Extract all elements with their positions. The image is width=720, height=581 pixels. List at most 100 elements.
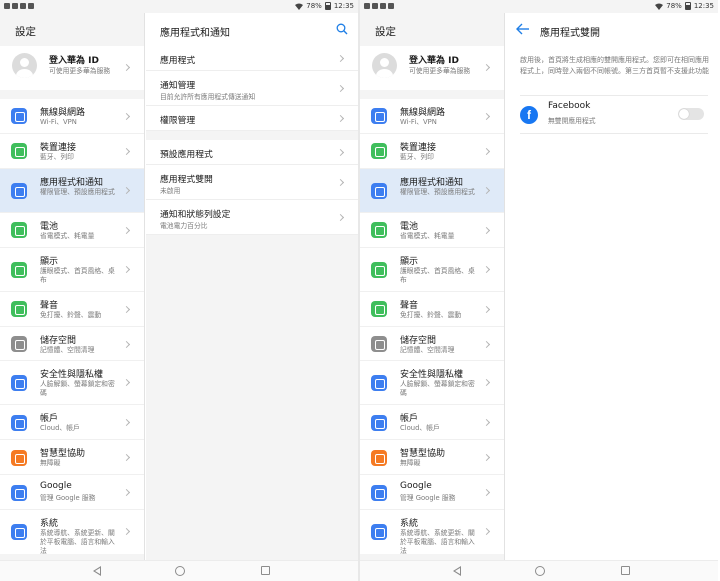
chevron-right-icon: [122, 340, 131, 348]
settings-item-sound[interactable]: 聲音 免打擾、鈴聲、震動: [360, 291, 504, 327]
system-icon: [371, 524, 387, 541]
settings-item-label: 聲音: [40, 300, 59, 311]
settings-list: 設定 登入華為 ID 可使用更多華為服務 無線與網路 Wi-Fi、VPN 裝置連接藍…: [360, 13, 505, 560]
settings-item-apps[interactable]: 應用程式和通知 權限管理、預設應用程式: [0, 168, 144, 213]
left-screen: 78% 12:35 設定 登入華為 ID 可使用更多華為服務 無線與網路 Wi-F…: [0, 0, 358, 581]
settings-item-security[interactable]: 安全性與隱私權 人臉解鎖、螢幕鎖定和密碼: [360, 361, 504, 406]
nav-recents-icon[interactable]: [621, 566, 630, 575]
settings-item-subtitle: Wi-Fi、VPN: [400, 118, 437, 126]
settings-item-assist[interactable]: 智慧型協助 無障礙: [360, 440, 504, 476]
settings-item-label: 系統: [40, 519, 59, 530]
settings-item-subtitle: 權限管理、預設應用程式: [40, 187, 115, 196]
chevron-right-icon: [122, 147, 131, 155]
settings-item-assist[interactable]: 智慧型協助 無障礙: [0, 440, 144, 476]
chevron-right-icon: [336, 178, 345, 187]
settings-item-apps[interactable]: 應用程式和通知 權限管理、預設應用程式: [360, 168, 504, 213]
huawei-id-login[interactable]: 登入華為 ID 可使用更多華為服務: [0, 46, 144, 90]
settings-item-subtitle: 管理 Google 服務: [400, 494, 456, 503]
nav-back-icon[interactable]: [453, 566, 461, 576]
back-arrow-icon[interactable]: [516, 23, 530, 35]
settings-item-battery[interactable]: 電池 省電模式、耗電量: [360, 212, 504, 248]
settings-item-google[interactable]: Google 管理 Google 服務: [0, 475, 144, 511]
settings-item-system[interactable]: 系統 系統導航、系統更新、關於平板電腦、語言和輸入法: [0, 510, 144, 555]
settings-item-subtitle: 管理 Google 服務: [40, 494, 96, 503]
twin-description: 啟用後，首頁將生成相應的雙開應用程式。您即可在相同應用程式上，同時登入兩個不同帳…: [520, 56, 709, 75]
chevron-right-icon: [482, 265, 491, 273]
battery-percent: 78%: [666, 2, 682, 10]
settings-item-subtitle: 無障礙: [40, 459, 61, 468]
right-screen: 78% 12:35 設定 登入華為 ID 可使用更多華為服務 無線與網路 Wi-F…: [360, 0, 718, 581]
panel-item-app-twin[interactable]: 應用程式雙開 未啟用: [146, 165, 358, 200]
settings-item-label: 儲存空間: [400, 335, 437, 346]
wifi-status-icon: [655, 3, 664, 10]
panel-item-default-apps[interactable]: 預設應用程式: [146, 140, 358, 165]
storage-icon: [371, 336, 387, 352]
settings-item-google[interactable]: Google 管理 Google 服務: [360, 475, 504, 511]
chevron-right-icon: [122, 305, 131, 313]
chevron-right-icon: [336, 54, 345, 63]
sound-icon: [11, 301, 27, 318]
chevron-right-icon: [482, 112, 491, 121]
settings-item-label: 無線與網路: [400, 108, 446, 118]
nav-back-icon[interactable]: [93, 566, 101, 576]
sound-icon: [371, 301, 387, 318]
settings-item-subtitle: Cloud、帳戶: [400, 424, 440, 433]
settings-item-storage[interactable]: 儲存空間 記憶體、空間清理: [360, 326, 504, 362]
chevron-right-icon: [122, 454, 131, 462]
security-icon: [11, 375, 27, 392]
settings-item-account[interactable]: 帳戶 Cloud、帳戶: [0, 405, 144, 441]
settings-item-system[interactable]: 系統 系統導航、系統更新、關於平板電腦、語言和輸入法: [360, 510, 504, 555]
settings-item-label: 顯示: [40, 256, 59, 267]
display-icon: [371, 261, 387, 278]
chevron-right-icon: [336, 213, 345, 222]
settings-item-subtitle: 權限管理、預設應用程式: [400, 187, 475, 196]
settings-item-label: 裝置連接: [400, 142, 437, 153]
panel-item-apps[interactable]: 應用程式: [146, 46, 358, 71]
google-icon: [371, 484, 387, 501]
settings-item-label: 安全性與隱私權: [400, 370, 464, 381]
settings-item-security[interactable]: 安全性與隱私權 人臉解鎖、螢幕鎖定和密碼: [0, 361, 144, 406]
settings-item-device-connect[interactable]: 裝置連接 藍牙、列印: [360, 133, 504, 169]
chevron-right-icon: [122, 379, 131, 387]
chevron-right-icon: [122, 226, 131, 234]
notification-icons: [4, 3, 34, 9]
facebook-twin-toggle[interactable]: [678, 108, 704, 120]
settings-item-label: 無線與網路: [40, 108, 86, 118]
panel-item-status-bar[interactable]: 通知和狀態列設定 電池電力百分比: [146, 200, 358, 235]
panel-item-permissions[interactable]: 權限管理: [146, 106, 358, 131]
apps-icon: [11, 182, 27, 199]
settings-item-wifi[interactable]: 無線與網路 Wi-Fi、VPN: [0, 99, 144, 134]
settings-item-account[interactable]: 帳戶 Cloud、帳戶: [360, 405, 504, 441]
settings-item-battery[interactable]: 電池 省電模式、耗電量: [0, 212, 144, 248]
nav-home-icon[interactable]: [175, 566, 185, 576]
settings-item-subtitle: 護眼模式、首頁風格、桌布: [40, 266, 115, 284]
search-icon[interactable]: [336, 23, 348, 35]
item-subtitle: 未啟用: [160, 187, 181, 195]
settings-item-device-connect[interactable]: 裝置連接 藍牙、列印: [0, 133, 144, 169]
huawei-id-login[interactable]: 登入華為 ID 可使用更多華為服務: [360, 46, 504, 90]
security-icon: [371, 375, 387, 392]
notification-icons: [364, 3, 394, 9]
nav-recents-icon[interactable]: [261, 566, 270, 575]
chevron-right-icon: [122, 419, 131, 427]
settings-item-wifi[interactable]: 無線與網路 Wi-Fi、VPN: [360, 99, 504, 134]
device-connect-icon: [11, 143, 27, 160]
chevron-right-icon: [122, 489, 131, 497]
chevron-right-icon: [336, 114, 345, 123]
settings-item-display[interactable]: 顯示 護眼模式、首頁風格、桌布: [360, 247, 504, 292]
chevron-right-icon: [482, 528, 491, 536]
settings-item-label: 裝置連接: [40, 142, 77, 153]
chevron-right-icon: [482, 489, 491, 497]
panel-item-notifications[interactable]: 通知管理 目前允許所有應用程式傳送通知: [146, 71, 358, 106]
settings-item-sound[interactable]: 聲音 免打擾、鈴聲、震動: [0, 291, 144, 327]
settings-item-subtitle: 省電模式、耗電量: [400, 231, 455, 240]
settings-item-storage[interactable]: 儲存空間 記憶體、空間清理: [0, 326, 144, 362]
battery-icon: [371, 222, 387, 239]
settings-item-label: 儲存空間: [40, 335, 77, 346]
item-label: 預設應用程式: [160, 150, 213, 160]
wifi-status-icon: [295, 3, 304, 10]
nav-bar: [0, 560, 358, 581]
nav-home-icon[interactable]: [535, 566, 545, 576]
settings-item-display[interactable]: 顯示 護眼模式、首頁風格、桌布: [0, 247, 144, 292]
item-label: 應用程式雙開: [160, 175, 213, 185]
